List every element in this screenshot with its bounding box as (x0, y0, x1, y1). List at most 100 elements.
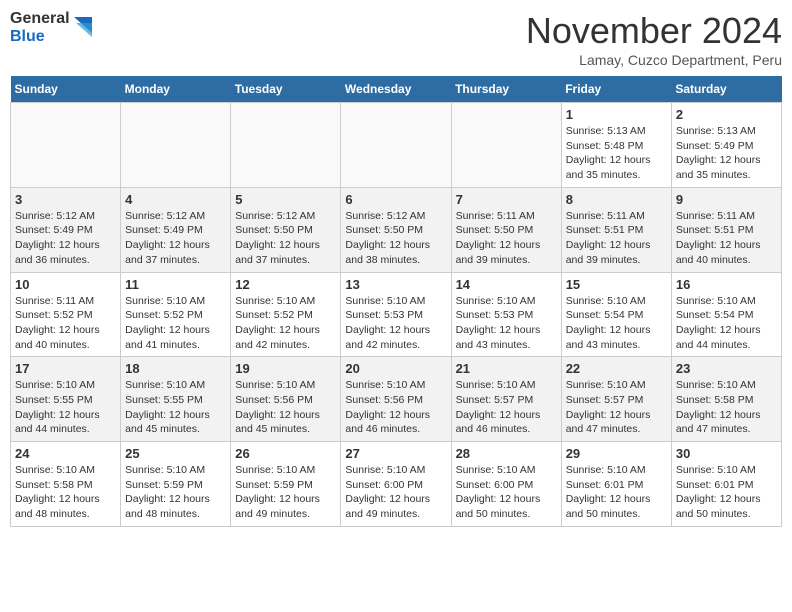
day-cell-24: 24Sunrise: 5:10 AMSunset: 5:58 PMDayligh… (11, 442, 121, 527)
week-row-2: 3 Sunrise: 5:12 AMSunset: 5:49 PMDaylight… (11, 187, 782, 272)
day-info: Sunrise: 5:12 AMSunset: 5:50 PMDaylight:… (235, 209, 336, 268)
day-info: Sunrise: 5:10 AMSunset: 5:59 PMDaylight:… (125, 463, 226, 522)
day-number: 21 (456, 361, 557, 376)
day-cell-28: 28 Sunrise: 5:10 AMSunset: 6:00 PMDayligh… (451, 442, 561, 527)
day-cell-11: 11Sunrise: 5:10 AMSunset: 5:52 PMDayligh… (121, 272, 231, 357)
day-cell-21: 21 Sunrise: 5:10 AMSunset: 5:57 PMDayligh… (451, 357, 561, 442)
day-info: Sunrise: 5:12 AMSunset: 5:49 PMDaylight:… (125, 209, 226, 268)
day-info: Sunrise: 5:10 AMSunset: 5:54 PMDaylight:… (676, 294, 777, 353)
empty-cell (341, 103, 451, 188)
day-cell-19: 19Sunrise: 5:10 AMSunset: 5:56 PMDayligh… (231, 357, 341, 442)
empty-cell (451, 103, 561, 188)
day-number: 18 (125, 361, 226, 376)
day-info: Sunrise: 5:10 AMSunset: 5:55 PMDaylight:… (15, 378, 116, 437)
day-number: 2 (676, 107, 777, 122)
header-thursday: Thursday (451, 76, 561, 103)
day-info: Sunrise: 5:10 AMSunset: 5:56 PMDaylight:… (235, 378, 336, 437)
day-number: 7 (456, 192, 557, 207)
day-cell-12: 12 Sunrise: 5:10 AMSunset: 5:52 PMDayligh… (231, 272, 341, 357)
logo-text: General Blue (10, 10, 70, 47)
day-number: 28 (456, 446, 557, 461)
week-row-5: 24Sunrise: 5:10 AMSunset: 5:58 PMDayligh… (11, 442, 782, 527)
day-number: 6 (345, 192, 446, 207)
day-info: Sunrise: 5:13 AMSunset: 5:48 PMDaylight:… (566, 124, 667, 183)
day-cell-26: 26 Sunrise: 5:10 AMSunset: 5:59 PMDayligh… (231, 442, 341, 527)
day-info: Sunrise: 5:10 AMSunset: 5:58 PMDaylight:… (676, 378, 777, 437)
logo-triangle-icon (72, 15, 94, 43)
day-cell-5: 5 Sunrise: 5:12 AMSunset: 5:50 PMDaylight… (231, 187, 341, 272)
week-row-4: 17 Sunrise: 5:10 AMSunset: 5:55 PMDayligh… (11, 357, 782, 442)
day-cell-15: 15Sunrise: 5:10 AMSunset: 5:54 PMDayligh… (561, 272, 671, 357)
empty-cell (121, 103, 231, 188)
day-number: 10 (15, 277, 116, 292)
day-info: Sunrise: 5:12 AMSunset: 5:50 PMDaylight:… (345, 209, 446, 268)
day-cell-16: 16 Sunrise: 5:10 AMSunset: 5:54 PMDayligh… (671, 272, 781, 357)
day-number: 27 (345, 446, 446, 461)
day-cell-30: 30 Sunrise: 5:10 AMSunset: 6:01 PMDayligh… (671, 442, 781, 527)
day-info: Sunrise: 5:10 AMSunset: 5:57 PMDaylight:… (566, 378, 667, 437)
day-cell-20: 20 Sunrise: 5:10 AMSunset: 5:56 PMDayligh… (341, 357, 451, 442)
title-block: November 2024 Lamay, Cuzco Department, P… (526, 10, 782, 68)
day-number: 22 (566, 361, 667, 376)
day-number: 30 (676, 446, 777, 461)
week-row-3: 10 Sunrise: 5:11 AMSunset: 5:52 PMDayligh… (11, 272, 782, 357)
day-number: 13 (345, 277, 446, 292)
day-info: Sunrise: 5:10 AMSunset: 5:53 PMDaylight:… (456, 294, 557, 353)
day-info: Sunrise: 5:10 AMSunset: 5:59 PMDaylight:… (235, 463, 336, 522)
day-number: 8 (566, 192, 667, 207)
page-header: General Blue November 2024 Lamay, Cuzco … (10, 10, 782, 68)
day-cell-22: 22 Sunrise: 5:10 AMSunset: 5:57 PMDayligh… (561, 357, 671, 442)
day-cell-25: 25Sunrise: 5:10 AMSunset: 5:59 PMDayligh… (121, 442, 231, 527)
day-info: Sunrise: 5:10 AMSunset: 5:56 PMDaylight:… (345, 378, 446, 437)
day-cell-7: 7Sunrise: 5:11 AMSunset: 5:50 PMDaylight… (451, 187, 561, 272)
day-cell-23: 23 Sunrise: 5:10 AMSunset: 5:58 PMDayligh… (671, 357, 781, 442)
location: Lamay, Cuzco Department, Peru (526, 52, 782, 68)
day-cell-27: 27 Sunrise: 5:10 AMSunset: 6:00 PMDayligh… (341, 442, 451, 527)
month-title: November 2024 (526, 10, 782, 52)
header-sunday: Sunday (11, 76, 121, 103)
day-number: 15 (566, 277, 667, 292)
day-info: Sunrise: 5:13 AMSunset: 5:49 PMDaylight:… (676, 124, 777, 183)
day-info: Sunrise: 5:10 AMSunset: 5:57 PMDaylight:… (456, 378, 557, 437)
day-number: 24 (15, 446, 116, 461)
header-wednesday: Wednesday (341, 76, 451, 103)
empty-cell (231, 103, 341, 188)
day-number: 16 (676, 277, 777, 292)
day-number: 5 (235, 192, 336, 207)
day-number: 17 (15, 361, 116, 376)
day-cell-6: 6 Sunrise: 5:12 AMSunset: 5:50 PMDaylight… (341, 187, 451, 272)
day-cell-3: 3Sunrise: 5:12 AMSunset: 5:49 PMDaylight… (11, 187, 121, 272)
day-number: 4 (125, 192, 226, 207)
header-saturday: Saturday (671, 76, 781, 103)
calendar-header-row: SundayMondayTuesdayWednesdayThursdayFrid… (11, 76, 782, 103)
header-friday: Friday (561, 76, 671, 103)
day-info: Sunrise: 5:10 AMSunset: 5:52 PMDaylight:… (235, 294, 336, 353)
day-cell-8: 8 Sunrise: 5:11 AMSunset: 5:51 PMDaylight… (561, 187, 671, 272)
day-number: 3 (15, 192, 116, 207)
day-cell-4: 4 Sunrise: 5:12 AMSunset: 5:49 PMDaylight… (121, 187, 231, 272)
header-tuesday: Tuesday (231, 76, 341, 103)
day-number: 26 (235, 446, 336, 461)
day-info: Sunrise: 5:10 AMSunset: 5:52 PMDaylight:… (125, 294, 226, 353)
day-number: 9 (676, 192, 777, 207)
header-monday: Monday (121, 76, 231, 103)
day-number: 14 (456, 277, 557, 292)
day-cell-17: 17 Sunrise: 5:10 AMSunset: 5:55 PMDayligh… (11, 357, 121, 442)
day-info: Sunrise: 5:11 AMSunset: 5:51 PMDaylight:… (676, 209, 777, 268)
calendar-table: SundayMondayTuesdayWednesdayThursdayFrid… (10, 76, 782, 527)
day-info: Sunrise: 5:11 AMSunset: 5:52 PMDaylight:… (15, 294, 116, 353)
day-info: Sunrise: 5:10 AMSunset: 6:00 PMDaylight:… (456, 463, 557, 522)
day-info: Sunrise: 5:10 AMSunset: 5:53 PMDaylight:… (345, 294, 446, 353)
day-number: 23 (676, 361, 777, 376)
empty-cell (11, 103, 121, 188)
day-number: 20 (345, 361, 446, 376)
day-cell-1: 1Sunrise: 5:13 AMSunset: 5:48 PMDaylight… (561, 103, 671, 188)
day-cell-29: 29Sunrise: 5:10 AMSunset: 6:01 PMDayligh… (561, 442, 671, 527)
day-number: 12 (235, 277, 336, 292)
day-cell-10: 10 Sunrise: 5:11 AMSunset: 5:52 PMDayligh… (11, 272, 121, 357)
day-info: Sunrise: 5:11 AMSunset: 5:51 PMDaylight:… (566, 209, 667, 268)
day-cell-2: 2 Sunrise: 5:13 AMSunset: 5:49 PMDaylight… (671, 103, 781, 188)
day-info: Sunrise: 5:10 AMSunset: 6:00 PMDaylight:… (345, 463, 446, 522)
day-cell-13: 13 Sunrise: 5:10 AMSunset: 5:53 PMDayligh… (341, 272, 451, 357)
day-info: Sunrise: 5:10 AMSunset: 6:01 PMDaylight:… (676, 463, 777, 522)
